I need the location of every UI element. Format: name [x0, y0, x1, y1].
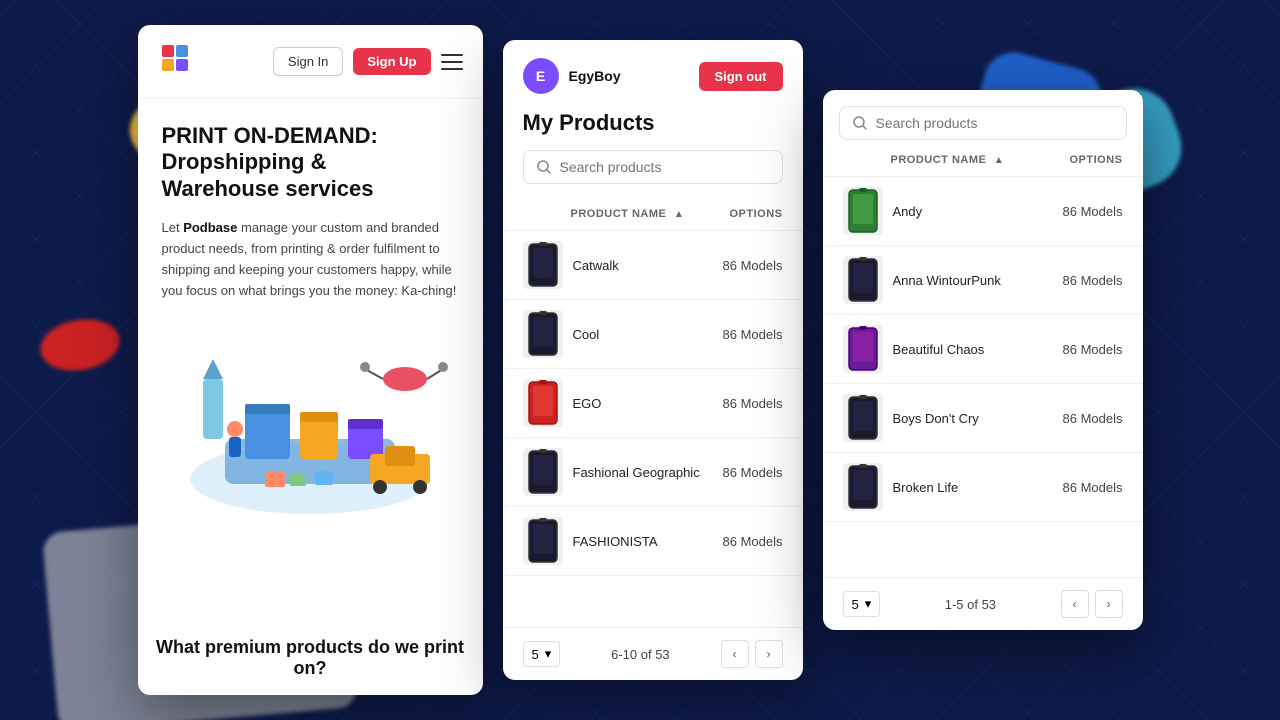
product-name: Fashional Geographic	[573, 465, 703, 480]
user-row: E EgyBoy Sign out	[523, 58, 783, 94]
signup-button[interactable]: Sign Up	[353, 48, 430, 75]
prev-page-button-middle[interactable]: ‹	[721, 640, 749, 668]
product-list-right: Andy 86 Models Anna WintourPunk 86 Model…	[823, 177, 1143, 577]
product-thumbnail	[523, 379, 563, 427]
product-name: Andy	[893, 204, 1043, 219]
sort-arrow-icon: ▲	[674, 209, 684, 220]
page-info-right: 1-5 of 53	[945, 597, 996, 612]
page-size-value-right: 5	[852, 597, 859, 612]
product-options: 86 Models	[713, 465, 783, 480]
prev-page-button-right[interactable]: ‹	[1061, 590, 1089, 618]
page-size-select-middle[interactable]: 5 ▾	[523, 641, 561, 667]
chevron-down-icon: ▾	[545, 646, 552, 662]
hero-title: PRINT ON-DEMAND:Dropshipping &Warehouse …	[162, 123, 459, 202]
product-thumbnail	[843, 187, 883, 235]
product-name: Beautiful Chaos	[893, 342, 1043, 357]
landing-panel: Sign In Sign Up PRINT ON-DEMAND:Dropship…	[138, 25, 483, 695]
product-thumbnail	[843, 325, 883, 373]
page-size-value: 5	[532, 647, 539, 662]
product-list-middle: Catwalk 86 Models Cool 86 Models EGO	[503, 231, 803, 627]
chevron-down-icon-right: ▾	[865, 596, 872, 612]
panels-container: Sign In Sign Up PRINT ON-DEMAND:Dropship…	[0, 0, 1280, 720]
page-title: My Products	[523, 110, 783, 136]
hero-description: Let Podbase manage your custom and brand…	[162, 218, 459, 301]
table-header-right: PRODUCT NAME ▲ OPTIONS	[823, 144, 1143, 177]
search-input-right[interactable]	[876, 115, 1114, 131]
product-options: 86 Models	[713, 258, 783, 273]
nav-buttons: Sign In Sign Up	[273, 47, 463, 76]
table-row[interactable]: EGO 86 Models	[503, 369, 803, 438]
page-info-middle: 6-10 of 53	[611, 647, 670, 662]
product-thumbnail	[843, 463, 883, 511]
next-page-button-middle[interactable]: ›	[755, 640, 783, 668]
page-nav-middle: ‹ ›	[721, 640, 783, 668]
product-options: 86 Models	[713, 396, 783, 411]
product-options: 86 Models	[1053, 411, 1123, 426]
logo[interactable]	[158, 41, 194, 82]
table-row[interactable]: Fashional Geographic 86 Models	[503, 438, 803, 507]
product-options: 86 Models	[1053, 480, 1123, 495]
table-row[interactable]: Cool 86 Models	[503, 300, 803, 369]
page-size-select-right[interactable]: 5 ▾	[843, 591, 881, 617]
user-info: E EgyBoy	[523, 58, 621, 94]
options-col-header-right: OPTIONS	[1053, 154, 1123, 166]
table-row[interactable]: Beautiful Chaos 86 Models	[823, 315, 1143, 384]
product-thumbnail	[843, 394, 883, 442]
brand-name: Podbase	[183, 220, 237, 235]
product-name: Boys Don't Cry	[893, 411, 1043, 426]
sort-arrow-icon-right: ▲	[994, 155, 1004, 166]
search-icon	[536, 159, 552, 175]
search-bar-right[interactable]	[839, 106, 1127, 140]
table-row[interactable]: Anna WintourPunk 86 Models	[823, 246, 1143, 315]
search-input-middle[interactable]	[560, 159, 770, 175]
table-row[interactable]: Boys Don't Cry 86 Models	[823, 384, 1143, 453]
panel-header: E EgyBoy Sign out My Products	[503, 40, 803, 198]
landing-content: PRINT ON-DEMAND:Dropshipping &Warehouse …	[138, 99, 483, 621]
search-results-panel: PRODUCT NAME ▲ OPTIONS Andy 86 Models	[823, 90, 1143, 630]
options-col-header: OPTIONS	[713, 208, 783, 220]
signin-button[interactable]: Sign In	[273, 47, 343, 76]
product-name: Broken Life	[893, 480, 1043, 495]
product-options: 86 Models	[1053, 204, 1123, 219]
search-icon-right	[852, 115, 868, 131]
product-name-col-header-right[interactable]: PRODUCT NAME ▲	[891, 154, 1045, 166]
table-row[interactable]: FASHIONISTA 86 Models	[503, 507, 803, 576]
next-page-button-right[interactable]: ›	[1095, 590, 1123, 618]
product-options: 86 Models	[1053, 273, 1123, 288]
product-name-col-header[interactable]: PRODUCT NAME ▲	[571, 208, 705, 220]
pagination-right: 5 ▾ 1-5 of 53 ‹ ›	[823, 577, 1143, 630]
pagination-middle: 5 ▾ 6-10 of 53 ‹ ›	[503, 627, 803, 680]
avatar: E	[523, 58, 559, 94]
product-options: 86 Models	[1053, 342, 1123, 357]
table-row[interactable]: Andy 86 Models	[823, 177, 1143, 246]
hamburger-menu[interactable]	[441, 54, 463, 70]
product-thumbnail	[843, 256, 883, 304]
product-name: Anna WintourPunk	[893, 273, 1043, 288]
username-label: EgyBoy	[569, 68, 621, 84]
product-name: FASHIONISTA	[573, 534, 703, 549]
search-bar-middle[interactable]	[523, 150, 783, 184]
product-options: 86 Models	[713, 327, 783, 342]
product-thumbnail	[523, 310, 563, 358]
product-name: Cool	[573, 327, 703, 342]
product-options: 86 Models	[713, 534, 783, 549]
product-name: EGO	[573, 396, 703, 411]
my-products-panel: E EgyBoy Sign out My Products PRODUCT NA…	[503, 40, 803, 680]
table-row[interactable]: Broken Life 86 Models	[823, 453, 1143, 522]
hero-illustration	[162, 321, 459, 521]
bottom-text: What premium products do we print on?	[138, 621, 483, 695]
table-header-middle: PRODUCT NAME ▲ OPTIONS	[503, 198, 803, 231]
page-nav-right: ‹ ›	[1061, 590, 1123, 618]
table-row[interactable]: Catwalk 86 Models	[503, 231, 803, 300]
product-thumbnail	[523, 241, 563, 289]
top-nav: Sign In Sign Up	[138, 25, 483, 99]
product-name: Catwalk	[573, 258, 703, 273]
signout-button[interactable]: Sign out	[699, 62, 783, 91]
product-thumbnail	[523, 517, 563, 565]
product-thumbnail	[523, 448, 563, 496]
